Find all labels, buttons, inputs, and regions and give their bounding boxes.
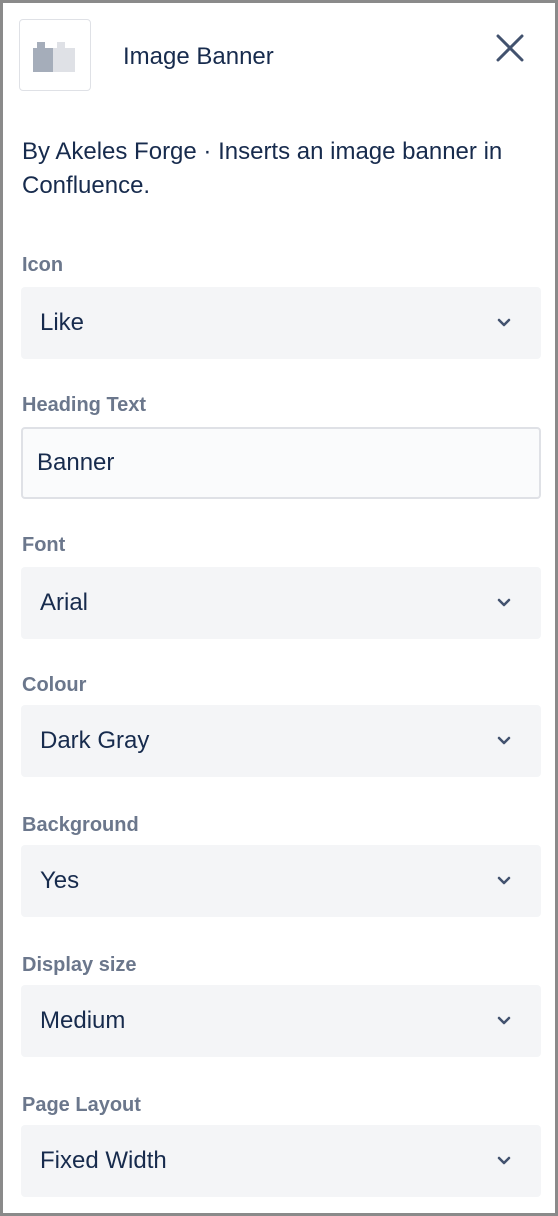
app-title: Image Banner bbox=[123, 43, 274, 70]
font-select-value: Arial bbox=[40, 589, 89, 616]
background-field-label: Background bbox=[22, 814, 139, 836]
icon-select[interactable]: Like bbox=[21, 287, 541, 359]
chevron-down-icon bbox=[497, 876, 511, 885]
chevron-down-icon bbox=[497, 1156, 511, 1165]
chevron-down-icon bbox=[497, 598, 511, 607]
font-field-label: Font bbox=[22, 534, 66, 556]
background-select-value: Yes bbox=[40, 867, 80, 894]
colour-select-value: Dark Gray bbox=[40, 727, 150, 754]
heading-text-input[interactable] bbox=[21, 427, 541, 499]
colour-field-label: Colour bbox=[22, 674, 87, 696]
background-select[interactable]: Yes bbox=[21, 845, 541, 917]
page-layout-select[interactable]: Fixed Width bbox=[21, 1125, 541, 1197]
page-layout-select-value: Fixed Width bbox=[40, 1147, 167, 1174]
page-layout-field-label: Page Layout bbox=[22, 1094, 141, 1116]
panel-header: Image Banner bbox=[19, 19, 541, 91]
icon-select-value: Like bbox=[40, 309, 85, 336]
macro-config-panel: Image Banner By Akeles Forge · Inserts a… bbox=[0, 0, 558, 1216]
close-icon[interactable] bbox=[493, 31, 527, 65]
display-size-select-value: Medium bbox=[40, 1007, 126, 1034]
font-select[interactable]: Arial bbox=[21, 567, 541, 639]
icon-field-label: Icon bbox=[22, 254, 64, 276]
heading-text-field-label: Heading Text bbox=[22, 394, 147, 416]
colour-select[interactable]: Dark Gray bbox=[21, 705, 541, 777]
display-size-field-label: Display size bbox=[22, 954, 137, 976]
app-logo-blocks-icon bbox=[19, 19, 91, 91]
chevron-down-icon bbox=[497, 318, 511, 327]
chevron-down-icon bbox=[497, 736, 511, 745]
display-size-select[interactable]: Medium bbox=[21, 985, 541, 1057]
chevron-down-icon bbox=[497, 1016, 511, 1025]
app-description: By Akeles Forge · Inserts an image banne… bbox=[22, 138, 503, 199]
